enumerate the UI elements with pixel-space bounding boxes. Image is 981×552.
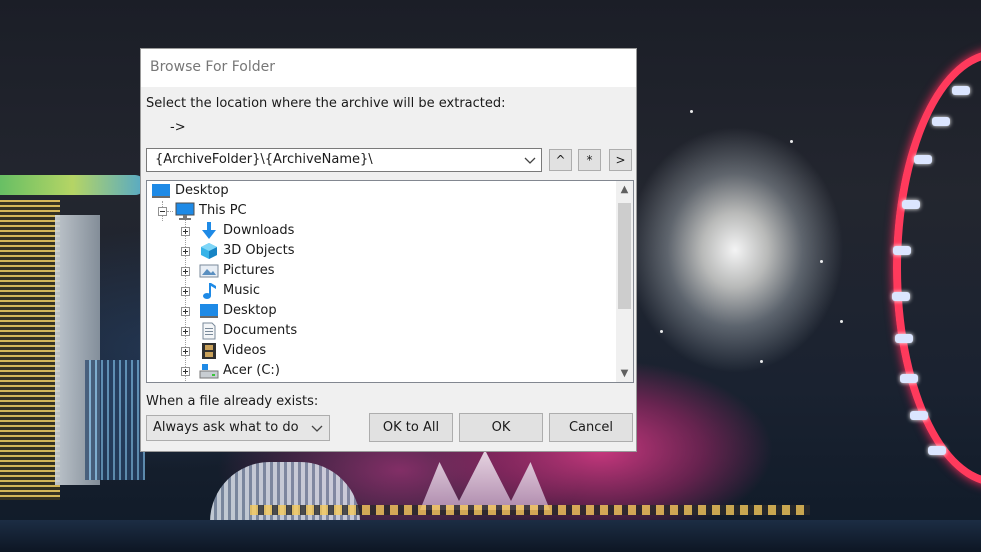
scroll-up-icon[interactable]: ▲: [616, 181, 633, 198]
title-bar[interactable]: Browse For Folder: [141, 49, 636, 87]
wallpaper-skypark: [0, 175, 145, 195]
extract-location-prompt: Select the location where the archive wi…: [146, 96, 506, 111]
scroll-down-icon[interactable]: ▼: [616, 365, 633, 382]
wallpaper-wheel-pod: [914, 155, 932, 164]
tree-item-label: Documents: [223, 323, 298, 338]
expand-toggle[interactable]: [181, 247, 190, 256]
wallpaper-wheel-pod: [892, 292, 910, 301]
expand-toggle[interactable]: [181, 367, 190, 376]
wildcard-button[interactable]: *: [578, 149, 601, 171]
tree-item-pictures[interactable]: Pictures: [199, 261, 274, 281]
wallpaper-wheel-pod: [932, 117, 950, 126]
tree-item-label: Music: [223, 283, 260, 298]
collapse-toggle[interactable]: [158, 207, 167, 216]
wallpaper-firework-spark: [790, 140, 793, 143]
wallpaper-wheel-pod: [928, 446, 946, 455]
pictures-icon: [199, 264, 219, 278]
tree-item-label: Videos: [223, 343, 267, 358]
computer-icon: [175, 202, 195, 220]
chevron-right-icon: >: [615, 153, 626, 167]
tree-item-label: 3D Objects: [223, 243, 295, 258]
ok-to-all-button[interactable]: OK to All: [369, 413, 453, 442]
wallpaper-wheel-pod: [893, 246, 911, 255]
tree-item-label: Desktop: [175, 183, 229, 198]
music-note-icon: [203, 283, 216, 299]
wallpaper-firework-spark: [840, 320, 843, 323]
3d-objects-cube-icon: [201, 243, 217, 259]
dialog-title: Browse For Folder: [150, 59, 276, 75]
expand-toggle[interactable]: [181, 307, 190, 316]
wallpaper-firework-spark: [660, 330, 663, 333]
wallpaper-water: [0, 520, 981, 552]
wallpaper-skyline: [85, 360, 145, 480]
wallpaper-firework-spark: [820, 260, 823, 263]
destination-path-combo[interactable]: {ArchiveFolder}\{ArchiveName}\: [146, 148, 542, 172]
drive-icon: [199, 364, 219, 379]
tree-item-label: Downloads: [223, 223, 295, 238]
asterisk-icon: *: [586, 153, 593, 167]
expand-toggle[interactable]: [181, 267, 190, 276]
wallpaper-wheel-pod: [952, 86, 970, 95]
wallpaper-wheel-pod: [900, 374, 918, 383]
wallpaper-wheel-pod: [910, 411, 928, 420]
tree-item-videos[interactable]: Videos: [199, 341, 266, 361]
cancel-button[interactable]: Cancel: [549, 413, 633, 442]
path-menu-button[interactable]: >: [609, 149, 632, 171]
expand-toggle[interactable]: [181, 287, 190, 296]
tree-item-desktop[interactable]: Desktop: [199, 301, 277, 321]
videos-filmstrip-icon: [202, 343, 216, 359]
wallpaper-hotel-tower: [0, 200, 60, 500]
destination-path-value: {ArchiveFolder}\{ArchiveName}\: [155, 152, 373, 167]
ok-button[interactable]: OK: [459, 413, 543, 442]
expand-toggle[interactable]: [181, 227, 190, 236]
tree-item-label: Desktop: [223, 303, 277, 318]
tree-item-documents[interactable]: Documents: [199, 321, 297, 341]
tree-item-this-pc[interactable]: This PC: [175, 201, 247, 221]
tree-item-downloads[interactable]: Downloads: [199, 221, 294, 241]
wallpaper-firework-spark: [690, 110, 693, 113]
scrollbar-thumb[interactable]: [618, 203, 631, 309]
tree-item-music[interactable]: Music: [199, 281, 260, 301]
tree-item-label: This PC: [199, 203, 247, 218]
tree-item-label: Pictures: [223, 263, 275, 278]
wallpaper-ferris-wheel: [893, 50, 981, 486]
wallpaper-wheel-pod: [895, 334, 913, 343]
parent-folder-button[interactable]: ^: [549, 149, 572, 171]
overwrite-mode-select[interactable]: Always ask what to do: [146, 415, 330, 441]
tree-scrollbar[interactable]: ▲ ▼: [616, 181, 633, 382]
tree-item-label: Acer (C:): [223, 363, 280, 378]
downloads-arrow-icon: [202, 222, 216, 239]
wallpaper-museum: [420, 450, 550, 510]
wallpaper-wheel-pod: [902, 200, 920, 209]
tree-connector: [167, 211, 173, 212]
chevron-down-icon[interactable]: [522, 152, 538, 168]
tree-item-3d-objects[interactable]: 3D Objects: [199, 241, 295, 261]
overwrite-mode-value: Always ask what to do: [153, 420, 299, 435]
desktop-icon: [152, 184, 170, 198]
arrow-indicator: ->: [170, 120, 186, 135]
documents-icon: [202, 322, 216, 340]
expand-toggle[interactable]: [181, 327, 190, 336]
chevron-down-icon: [311, 425, 323, 432]
folder-tree[interactable]: Desktop This PC Downloads 3D Objects Pic…: [146, 180, 634, 383]
file-exists-label: When a file already exists:: [146, 394, 319, 409]
expand-toggle[interactable]: [181, 347, 190, 356]
wallpaper-firework-spark: [760, 360, 763, 363]
tree-item-acer-c[interactable]: Acer (C:): [199, 361, 280, 381]
wallpaper-bridge: [250, 505, 810, 515]
tree-item-desktop-root[interactable]: Desktop: [151, 181, 229, 201]
browse-for-folder-dialog: Browse For Folder Select the location wh…: [140, 48, 637, 452]
caret-up-icon: ^: [555, 153, 566, 167]
desktop-icon: [200, 304, 218, 318]
